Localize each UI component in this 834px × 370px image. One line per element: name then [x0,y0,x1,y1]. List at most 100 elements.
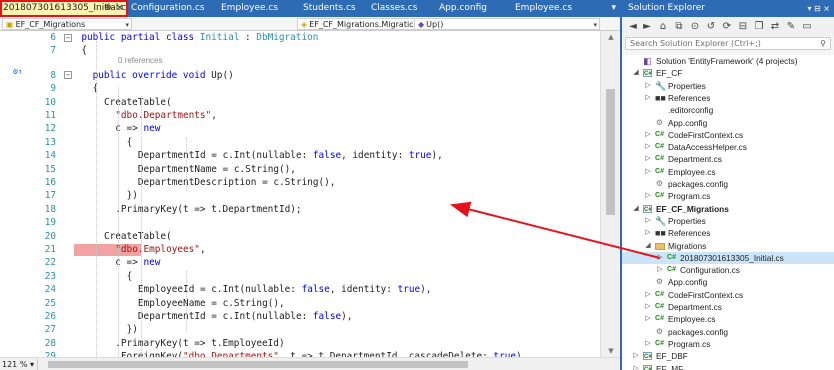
tree-item[interactable]: ▷ C# Program.cs [622,338,834,350]
tree-item[interactable]: ◢ C# EF_CF [622,67,834,79]
collapsed-chevron-icon[interactable]: ▷ [644,227,652,239]
zoom-level-select[interactable]: 121 % ▾ [0,359,38,370]
tree-item[interactable]: ▷ C# Employee.cs [622,166,834,178]
code-line[interactable]: 22 c => new [0,256,600,269]
code-line[interactable]: 18 .PrimaryKey(t => t.DepartmentId); [0,203,600,216]
collapse-region-icon[interactable]: − [64,71,72,80]
code-line[interactable]: 10 CreateTable( [0,96,600,109]
code-line[interactable]: 17}) [0,189,600,202]
code-line[interactable]: 21 "dbo.Employees", [0,243,600,256]
tree-item[interactable]: ▷ C# Department.cs [622,153,834,165]
code-line[interactable]: 24 EmployeeId = c.Int(nullable: false, id… [0,283,600,296]
tree-item[interactable]: ▷ C# Department.cs [622,301,834,313]
collapsed-chevron-icon[interactable]: ▷ [644,338,652,350]
class-dropdown[interactable]: ◈EF_CF_Migrations.Migratic ▾ [297,18,421,30]
show-all-files-icon[interactable]: ❐ [752,20,766,34]
code-line[interactable]: 16 DepartmentDescription = c.String(), [0,176,600,189]
tree-item[interactable]: ⚙ App.config [622,117,834,129]
solution-explorer-search-input[interactable]: Search Solution Explorer (Ctrl+;) ⚲ [625,37,831,50]
code-line[interactable]: 25 EmployeeName = c.String(), [0,297,600,310]
expanded-chevron-icon[interactable]: ◢ [632,67,640,79]
code-line[interactable]: 23 { [0,270,600,283]
tree-item[interactable]: ▷ C# Program.cs [622,190,834,202]
vertical-scroll-thumb[interactable] [606,89,615,215]
history-icon[interactable]: ↺ [704,20,718,34]
tree-item[interactable]: ◢ C# EF_CF_Migrations [622,203,834,215]
collapsed-chevron-icon[interactable]: ▷ [644,166,652,178]
member-dropdown[interactable]: ◆ Up() ▾ [414,18,600,30]
collapsed-chevron-icon[interactable]: ▷ [644,141,652,153]
tab-classes-cs[interactable]: Classes.cs [368,0,434,17]
tree-item[interactable]: ▷ C# CodeFirstContext.cs [622,129,834,141]
code-line[interactable]: 29 .ForeignKey("dbo.Departments", t => t.… [0,350,600,357]
collapsed-chevron-icon[interactable]: ▷ [644,215,652,227]
refresh-icon[interactable]: ⟳ [720,20,734,34]
collapse-all-icon[interactable]: ⊟ [736,20,750,34]
tree-item[interactable]: ▷ C# DataAccessHelper.cs [622,141,834,153]
tree-item[interactable]: ▷ C# EF_DBF [622,350,834,362]
tab-employee-cs[interactable]: Employee.cs [512,0,588,17]
tree-item[interactable]: ⚙ App.config [622,276,834,288]
code-line[interactable]: 28 .PrimaryKey(t => t.EmployeeId) [0,337,600,350]
collapsed-chevron-icon[interactable]: ▷ [644,313,652,325]
tree-item[interactable]: ▷ ■■ References [622,227,834,239]
tree-item[interactable]: ▷ C# Configuration.cs [622,264,834,276]
code-line[interactable]: 13 { [0,136,600,149]
switch-views-icon[interactable]: ⧉ [672,20,686,34]
horizontal-scroll-thumb[interactable] [48,361,468,368]
tree-item[interactable]: .editorconfig [622,104,834,116]
search-icon[interactable]: ⚲ [820,38,826,49]
tree-item[interactable]: ⚙ packages.config [622,178,834,190]
tab-201807301613305-initial-cs[interactable]: 201807301613305_Initial.cs ⊕ × [0,0,126,17]
collapsed-chevron-icon[interactable]: ▷ [656,264,664,276]
code-line[interactable]: 9{ [0,82,600,95]
code-line[interactable]: 6 public partial class Initial : DbMigrat… [0,31,600,44]
tree-item[interactable]: ⚙ packages.config [622,326,834,338]
collapsed-chevron-icon[interactable]: ▷ [644,289,652,301]
collapsed-chevron-icon[interactable]: ▷ [644,92,652,104]
code-line[interactable]: 27}) [0,323,600,336]
tab-employee-cs[interactable]: Employee.cs [218,0,298,17]
close-tab-icon[interactable]: × [116,0,124,17]
collapsed-chevron-icon[interactable]: ▷ [656,252,664,264]
code-line[interactable]: 15 DepartmentName = c.String(), [0,163,600,176]
collapsed-chevron-icon[interactable]: ▷ [644,190,652,202]
expanded-chevron-icon[interactable]: ◢ [644,240,652,252]
collapsed-chevron-icon[interactable]: ▷ [644,301,652,313]
window-controls-icons[interactable]: ▾ ⊟ × [807,0,830,17]
collapsed-chevron-icon[interactable]: ▷ [632,350,640,362]
code-line[interactable]: 20 CreateTable( [0,230,600,243]
code-line[interactable]: 11 "dbo.Departments", [0,109,600,122]
collapsed-chevron-icon[interactable]: ▷ [632,363,640,370]
code-line[interactable]: 12 c => new [0,122,600,135]
tree-item[interactable]: ▷ ■■ References [622,92,834,104]
collapsed-chevron-icon[interactable]: ▷ [644,153,652,165]
tree-item[interactable]: ▷ C# CodeFirstContext.cs [622,289,834,301]
code-line[interactable]: 19 [0,216,600,229]
tree-item[interactable]: ▷ 🔧 Properties [622,80,834,92]
code-text-area[interactable]: 0 references ⚙↑ 6 public partial class In… [0,31,600,357]
tab-configuration-cs[interactable]: Configuration.cs [128,0,216,17]
tree-item[interactable]: ◧ Solution 'EntityFramework' (4 projects) [622,55,834,67]
tree-item[interactable]: ▷ 🔧 Properties [622,215,834,227]
tab-app-config[interactable]: App.config [436,0,510,17]
collapsed-chevron-icon[interactable]: ▷ [644,80,652,92]
code-line[interactable]: 26 DepartmentId = c.Int(nullable: false), [0,310,600,323]
tree-item[interactable]: ▷ C# Employee.cs [622,313,834,325]
scroll-up-icon[interactable]: ▲ [601,33,621,41]
pin-tab-icon[interactable]: ⊕ [104,0,112,17]
code-line[interactable]: 8 public override void Up() [0,69,600,82]
forward-icon[interactable]: ► [640,20,654,34]
back-icon[interactable]: ◄ [626,20,640,34]
collapsed-chevron-icon[interactable]: ▷ [644,129,652,141]
scroll-down-icon[interactable]: ▼ [601,347,621,355]
preview-icon[interactable]: ▭ [800,20,814,34]
tree-item[interactable]: ◢ Migrations [622,240,834,252]
tree-item[interactable]: ▷ C# EF_MF [622,363,834,370]
properties-wrench-icon[interactable]: ✎ [784,20,798,34]
pending-changes-icon[interactable]: ⊙ [688,20,702,34]
sync-icon[interactable]: ⇄ [768,20,782,34]
vertical-scrollbar[interactable]: ▲ ▼ [600,31,620,357]
tree-item[interactable]: ▷ C# 201807301613305_Initial.cs [622,251,834,265]
expanded-chevron-icon[interactable]: ◢ [632,203,640,215]
